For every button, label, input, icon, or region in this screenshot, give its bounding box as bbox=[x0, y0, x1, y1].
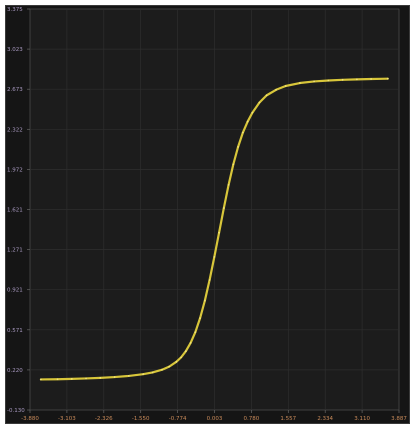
data-point bbox=[213, 256, 216, 258]
y-tick-labels: -0.130 0.220 0.571 0.921 1.271 1.621 1.972 2.32… bbox=[7, 7, 25, 414]
data-point bbox=[142, 373, 144, 376]
data-point bbox=[251, 111, 254, 114]
x-tick-label: 3.887 bbox=[391, 416, 407, 422]
x-tick-label: 3.110 bbox=[354, 416, 370, 422]
y-tick-label: 2.673 bbox=[7, 87, 23, 93]
x-tick-label: -1.550 bbox=[132, 416, 150, 422]
x-tick-label: 2.334 bbox=[317, 416, 333, 422]
data-point bbox=[56, 378, 59, 381]
x-tick-label: -3.880 bbox=[21, 416, 39, 422]
data-point bbox=[180, 356, 182, 359]
data-point bbox=[241, 131, 244, 134]
x-tick-label: 1.557 bbox=[280, 416, 296, 422]
y-tick-label: 0.571 bbox=[7, 328, 23, 334]
data-point bbox=[199, 317, 201, 320]
data-point bbox=[237, 145, 239, 148]
y-tick-label: 1.621 bbox=[7, 208, 23, 214]
x-tick-label: -0.774 bbox=[169, 416, 187, 422]
data-point bbox=[313, 80, 316, 83]
data-point bbox=[168, 365, 171, 368]
data-point bbox=[208, 279, 211, 281]
data-point bbox=[203, 299, 206, 302]
data-point bbox=[189, 342, 192, 344]
data-point bbox=[40, 378, 42, 381]
data-point bbox=[265, 94, 268, 97]
data-point bbox=[161, 368, 163, 371]
data-point bbox=[175, 360, 178, 363]
y-tick-label: 3.375 bbox=[7, 7, 23, 13]
data-point bbox=[327, 79, 330, 82]
y-tick-label: 3.023 bbox=[7, 47, 23, 53]
data-point bbox=[194, 331, 197, 334]
y-tick-label: 1.271 bbox=[7, 248, 23, 254]
data-point bbox=[298, 82, 301, 84]
grid bbox=[29, 8, 400, 411]
x-tick-label: 0.003 bbox=[207, 416, 223, 422]
line-chart: -3.880 -3.103 -2.326 -1.550 -0.774 0.003 0.780… bbox=[7, 7, 407, 422]
data-point bbox=[370, 78, 373, 80]
y-tick-label: 1.972 bbox=[7, 167, 23, 173]
data-point bbox=[284, 85, 287, 87]
data-point bbox=[218, 231, 220, 234]
data-point bbox=[85, 377, 87, 380]
y-tick-label: -0.130 bbox=[7, 408, 25, 414]
x-tick-label: -3.103 bbox=[58, 416, 76, 422]
x-tick-label: 0.780 bbox=[244, 416, 260, 422]
data-point bbox=[355, 78, 358, 81]
data-point bbox=[151, 371, 154, 374]
y-tick-label: 2.322 bbox=[7, 127, 23, 133]
data-point bbox=[232, 163, 235, 166]
data-point bbox=[99, 376, 102, 379]
data-point bbox=[184, 350, 187, 353]
data-point bbox=[70, 377, 73, 380]
data-point bbox=[386, 77, 389, 80]
x-tick-label: -2.326 bbox=[95, 416, 113, 422]
data-point bbox=[227, 183, 230, 186]
x-tick-labels: -3.880 -3.103 -2.326 -1.550 -0.774 0.003 0.780… bbox=[21, 416, 407, 422]
data-point bbox=[127, 375, 130, 377]
data-point bbox=[246, 120, 249, 123]
data-point bbox=[258, 101, 261, 104]
y-tick-label: 0.220 bbox=[7, 368, 23, 374]
data-point bbox=[222, 207, 225, 209]
data-point bbox=[113, 376, 116, 378]
y-tick-label: 0.921 bbox=[7, 288, 23, 294]
data-point bbox=[341, 78, 344, 81]
data-point bbox=[275, 88, 277, 91]
